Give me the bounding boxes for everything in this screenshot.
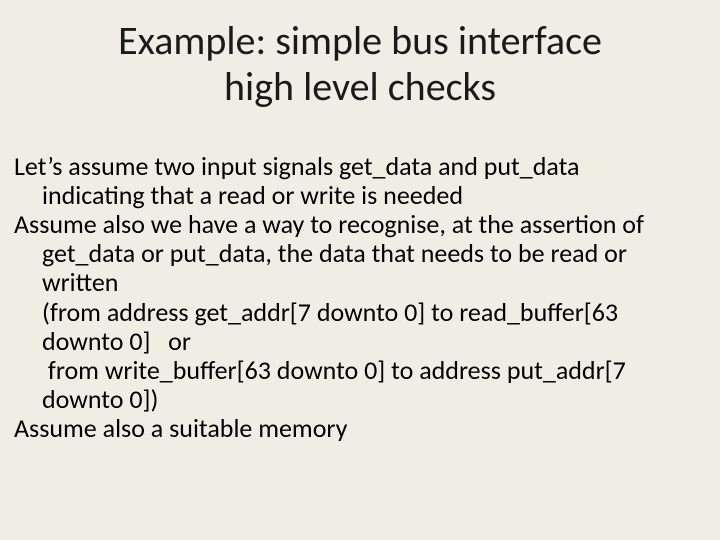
body-para-2: Assume also we have a way to recognise, … bbox=[42, 210, 678, 297]
body-para-4: from write_buffer[63 downto 0] to addres… bbox=[42, 356, 678, 414]
slide: Example: simple bus interface high level… bbox=[0, 0, 720, 540]
body-para-3: (from address get_addr[7 downto 0] to re… bbox=[42, 298, 678, 356]
slide-title: Example: simple bus interface high level… bbox=[0, 18, 720, 110]
title-line-2: high level checks bbox=[224, 62, 496, 111]
slide-body: Let’s assume two input signals get_data … bbox=[42, 152, 678, 443]
body-para-1: Let’s assume two input signals get_data … bbox=[42, 152, 678, 210]
title-line-1: Example: simple bus interface bbox=[118, 16, 602, 65]
body-para-5: Assume also a suitable memory bbox=[42, 414, 678, 443]
